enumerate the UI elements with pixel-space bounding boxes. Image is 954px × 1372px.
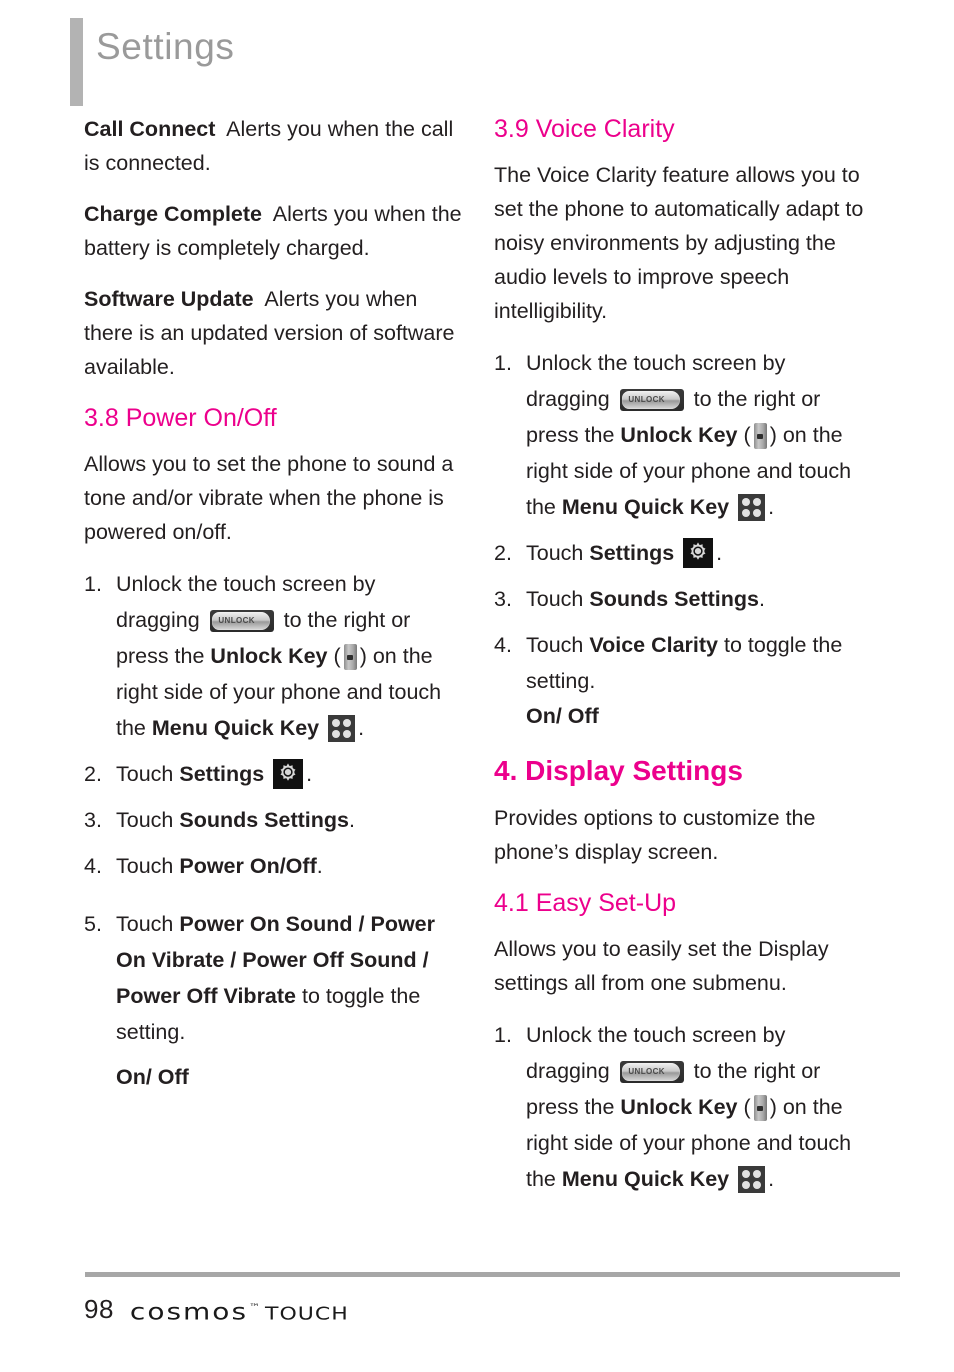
unlock-slider-icon: UNLOCK bbox=[619, 1061, 684, 1083]
steps-list-3-9: 1. Unlock the touch screen by dragging UN… bbox=[494, 345, 872, 733]
step-bold-term: Menu Quick Key bbox=[561, 1167, 730, 1191]
trademark-symbol: ™ bbox=[249, 1302, 261, 1313]
step-text: Touch bbox=[116, 808, 174, 832]
step-bold-term: Menu Quick Key bbox=[561, 495, 730, 519]
unlock-key-icon bbox=[753, 423, 767, 449]
step-number: 1. bbox=[84, 572, 102, 596]
step-bold-term: Settings bbox=[179, 762, 265, 786]
definition-term: Call Connect bbox=[84, 117, 216, 141]
step-bold-term: Power On/Off bbox=[179, 854, 317, 878]
step-bold-term: Voice Clarity bbox=[589, 633, 719, 657]
paren-open: ( bbox=[743, 423, 751, 447]
step-item: 2. Touch Settings . bbox=[84, 756, 462, 792]
step-bold-term: Unlock Key bbox=[620, 423, 738, 447]
footer-divider bbox=[85, 1272, 900, 1277]
step-item: 1. Unlock the touch screen by dragging UN… bbox=[494, 1017, 872, 1197]
section-4-1-intro: Allows you to easily set the Display set… bbox=[494, 937, 829, 995]
step-number: 3. bbox=[494, 587, 512, 611]
step-item: 3. Touch Sounds Settings. bbox=[494, 581, 872, 617]
settings-gear-icon bbox=[273, 759, 304, 789]
brand-suffix: TOUCH bbox=[265, 1303, 349, 1325]
section-heading-4: 4. Display Settings bbox=[494, 755, 743, 786]
step-bold-term: Sounds Settings bbox=[589, 587, 759, 611]
paren-open: ( bbox=[743, 1095, 751, 1119]
step-number: 2. bbox=[84, 762, 102, 786]
section-heading-3-8: 3.8 Power On/Off bbox=[84, 404, 277, 432]
definition-term: Software Update bbox=[84, 287, 254, 311]
steps-list-4-1: 1. Unlock the touch screen by dragging UN… bbox=[494, 1017, 872, 1197]
step-text: . bbox=[768, 495, 775, 519]
step-bold-term: Menu Quick Key bbox=[151, 716, 320, 740]
menu-quick-key-icon bbox=[738, 494, 766, 521]
toggle-values: On/ Off bbox=[116, 1065, 189, 1089]
steps-list-3-8: 1. Unlock the touch screen by dragging UN… bbox=[84, 566, 462, 1094]
step-bold-term: Unlock Key bbox=[620, 1095, 738, 1119]
step-item: 3. Touch Sounds Settings. bbox=[84, 802, 462, 838]
section-3-9-intro: The Voice Clarity feature allows you to … bbox=[494, 163, 864, 323]
step-item: 1. Unlock the touch screen by dragging UN… bbox=[84, 566, 462, 746]
unlock-slider-label: UNLOCK bbox=[628, 1067, 665, 1076]
step-item: 4. Touch Voice Clarity to toggle the sett… bbox=[494, 627, 872, 733]
paren-close: ) bbox=[769, 423, 777, 447]
step-text: Touch bbox=[116, 912, 174, 936]
step-bold-term: Sounds Settings bbox=[179, 808, 349, 832]
step-text: . bbox=[716, 541, 723, 565]
step-number: 4. bbox=[84, 854, 102, 878]
step-number: 1. bbox=[494, 1023, 512, 1047]
paren-close: ) bbox=[359, 644, 367, 668]
page-title: Settings bbox=[96, 26, 235, 67]
step-text: Touch bbox=[526, 587, 584, 611]
step-text: . bbox=[348, 808, 355, 832]
section-heading-3-9: 3.9 Voice Clarity bbox=[494, 115, 675, 143]
step-number: 1. bbox=[494, 351, 512, 375]
left-column: Call Connect Alerts you when the call is… bbox=[84, 112, 462, 1108]
unlock-key-icon bbox=[753, 1095, 767, 1121]
step-text: Touch bbox=[116, 854, 174, 878]
step-number: 5. bbox=[84, 912, 102, 936]
toggle-values: On/ Off bbox=[526, 704, 599, 728]
step-bold-term: Unlock Key bbox=[210, 644, 328, 668]
step-item: 2. Touch Settings . bbox=[494, 535, 872, 571]
step-number: 3. bbox=[84, 808, 102, 832]
section-4-intro: Provides options to customize the phone’… bbox=[494, 806, 816, 864]
unlock-slider-label: UNLOCK bbox=[218, 616, 255, 625]
unlock-slider-icon: UNLOCK bbox=[209, 610, 274, 632]
footer-content: 98 cosmos™ TOUCH bbox=[84, 1292, 349, 1325]
paren-open: ( bbox=[333, 644, 341, 668]
right-column: 3.9 Voice Clarity The Voice Clarity feat… bbox=[494, 112, 872, 1211]
header-accent-bar bbox=[70, 18, 83, 106]
unlock-slider-icon: UNLOCK bbox=[619, 389, 684, 411]
step-text: . bbox=[316, 854, 323, 878]
definition-term: Charge Complete bbox=[84, 202, 263, 226]
step-text: . bbox=[358, 716, 365, 740]
unlock-slider-label: UNLOCK bbox=[628, 395, 665, 404]
menu-quick-key-icon bbox=[328, 715, 356, 742]
step-item: 4. Touch Power On/Off. bbox=[84, 848, 462, 884]
brand-logo: cosmos™ TOUCH bbox=[130, 1298, 349, 1325]
page-number: 98 bbox=[84, 1294, 114, 1324]
step-text: Touch bbox=[526, 633, 584, 657]
step-text: Touch bbox=[526, 541, 584, 565]
step-text: . bbox=[306, 762, 313, 786]
definition-call-connect: Call Connect Alerts you when the call is… bbox=[84, 112, 462, 180]
step-bold-term: Settings bbox=[589, 541, 675, 565]
step-text: . bbox=[758, 587, 765, 611]
step-item: 1. Unlock the touch screen by dragging UN… bbox=[494, 345, 872, 525]
step-number: 2. bbox=[494, 541, 512, 565]
step-text: . bbox=[768, 1167, 775, 1191]
settings-gear-icon bbox=[683, 538, 714, 568]
page-header: Settings bbox=[0, 0, 954, 108]
step-text: Touch bbox=[116, 762, 174, 786]
menu-quick-key-icon bbox=[738, 1166, 766, 1193]
section-heading-4-1: 4.1 Easy Set-Up bbox=[494, 889, 677, 917]
definition-software-update: Software Update Alerts you when there is… bbox=[84, 282, 462, 384]
brand-name: cosmos bbox=[129, 1297, 249, 1325]
definition-charge-complete: Charge Complete Alerts you when the batt… bbox=[84, 197, 462, 265]
paren-close: ) bbox=[769, 1095, 777, 1119]
unlock-key-icon bbox=[343, 644, 357, 670]
section-3-8-intro: Allows you to set the phone to sound a t… bbox=[84, 452, 454, 544]
step-item: 5. Touch Power On Sound / Power On Vibrat… bbox=[84, 906, 462, 1094]
step-number: 4. bbox=[494, 633, 512, 657]
